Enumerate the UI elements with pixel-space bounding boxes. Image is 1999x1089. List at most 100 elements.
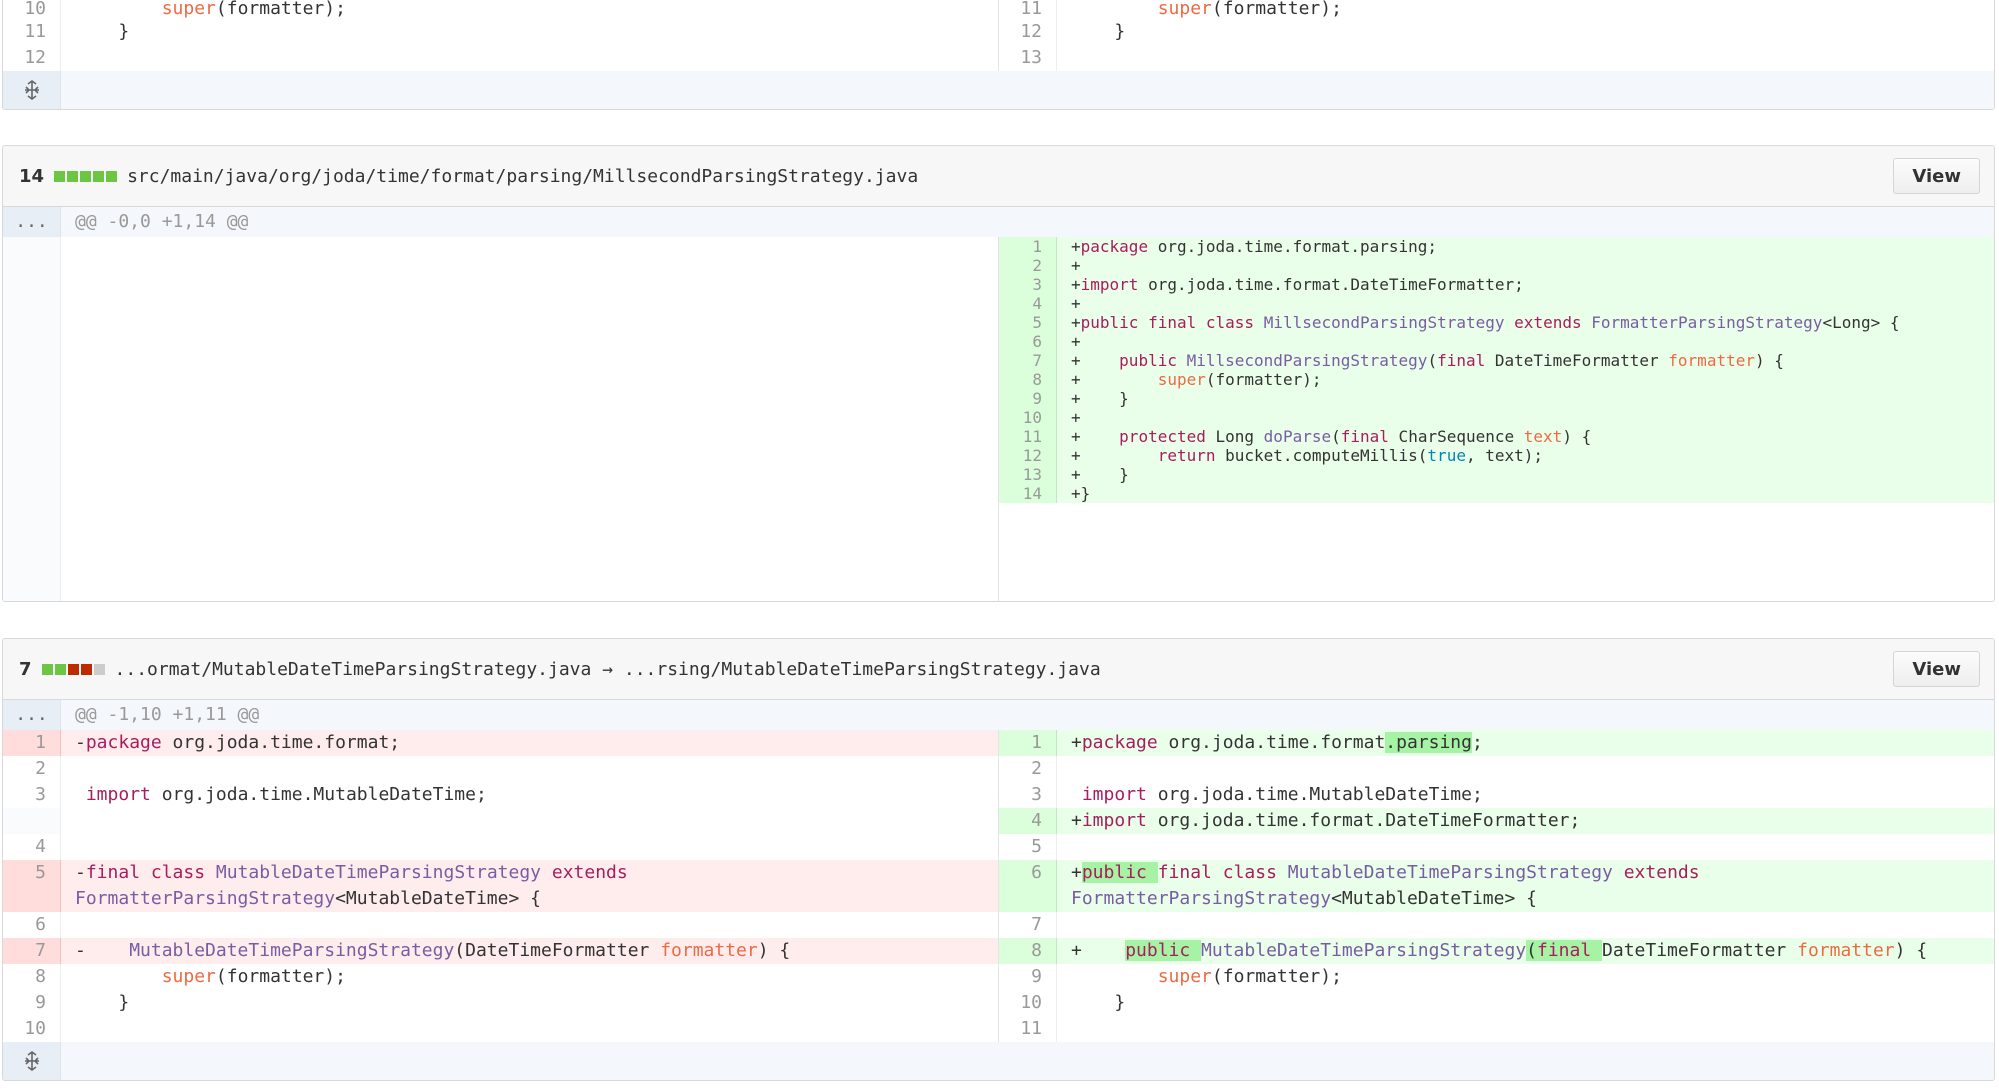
code-line: +import org.joda.time.format.DateTimeFor… (1071, 275, 1524, 294)
hunk-header-text: @@ -0,0 +1,14 @@ (75, 211, 249, 232)
line-number: 10 (999, 990, 1057, 1016)
code-line: super(formatter); (161, 0, 346, 19)
line-number: 4 (3, 834, 61, 860)
code-line: +public final class MillsecondParsingStr… (1071, 313, 1900, 332)
line-number: 12 (3, 45, 61, 71)
hunk-header: ... @@ -0,0 +1,14 @@ (3, 207, 1994, 237)
diffstat-count: 14 (19, 165, 45, 187)
code-line: +public final class MutableDateTimeParsi… (1071, 862, 1700, 909)
file-header: 14 src/main/java/org/joda/time/format/pa… (3, 146, 1994, 207)
code-line: + protected Long doParse(final CharSeque… (1071, 427, 1592, 446)
line-number: 2 (999, 256, 1057, 275)
code-line: +} (1071, 484, 1091, 503)
code-line: } (1071, 21, 1126, 42)
line-number: 4 (999, 808, 1057, 834)
line-number: 7 (999, 912, 1057, 938)
line-number: 10 (3, 1016, 61, 1042)
code-line: + super(formatter); (1071, 370, 1322, 389)
expand-bar (61, 1042, 1994, 1080)
diff-file-millsecond: 14 src/main/java/org/joda/time/format/pa… (2, 145, 1995, 602)
code-line: import org.joda.time.MutableDateTime; (1081, 784, 1483, 805)
expand-button[interactable] (3, 1042, 61, 1080)
unfold-icon (24, 1051, 39, 1071)
line-number: 9 (999, 964, 1057, 990)
hunk-header: ... @@ -1,10 +1,11 @@ (3, 700, 1994, 730)
line-number: 7 (999, 351, 1057, 370)
line-number: 6 (999, 332, 1057, 351)
line-number: 11 (999, 0, 1057, 19)
line-number: 13 (999, 465, 1057, 484)
code-line: super(formatter); (1157, 966, 1342, 987)
unfold-icon (24, 80, 39, 100)
code-line: + } (1071, 465, 1129, 484)
line-number: 12 (999, 19, 1057, 45)
line-number: 11 (999, 1016, 1057, 1042)
view-file-button[interactable]: View (1893, 158, 1980, 194)
line-number: 5 (999, 313, 1057, 332)
code-line: +package org.joda.time.format.parsing; (1071, 237, 1438, 256)
line-number: 12 (999, 446, 1057, 465)
code-line: + (1071, 408, 1081, 427)
line-number: 10 (3, 0, 61, 19)
expand-hunk-button[interactable]: ... (3, 207, 61, 237)
hunk-header-text: @@ -1,10 +1,11 @@ (75, 704, 260, 725)
code-line: } (1071, 992, 1126, 1013)
code-line: super(formatter); (1157, 0, 1342, 19)
diffstat-blocks (41, 663, 105, 675)
diffstat-count: 7 (19, 658, 32, 680)
line-number: 7 (3, 938, 61, 964)
line-number: 6 (3, 912, 61, 938)
code-line: import org.joda.time.MutableDateTime; (85, 784, 487, 805)
line-number: 1 (999, 730, 1057, 756)
line-number: 13 (999, 45, 1057, 71)
line-number: 5 (3, 860, 61, 912)
view-file-button[interactable]: View (1893, 651, 1980, 687)
code-line: + (1071, 256, 1081, 275)
line-number: 4 (999, 294, 1057, 313)
code-line: + } (1071, 389, 1129, 408)
left-empty-pane (3, 237, 998, 601)
line-number: 11 (999, 427, 1057, 446)
line-number: 8 (999, 370, 1057, 389)
diff-fragment-top: 10 super(formatter); 11 super(formatter)… (2, 0, 1995, 110)
code-line: +package org.joda.time.format.parsing; (1071, 732, 1483, 753)
expand-button[interactable] (3, 71, 61, 109)
code-line: + public MutableDateTimeParsingStrategy(… (1071, 940, 1928, 961)
line-number: 3 (999, 782, 1057, 808)
code-line: } (75, 992, 130, 1013)
line-number: 1 (999, 237, 1057, 256)
line-number: 3 (999, 275, 1057, 294)
line-number: 8 (999, 938, 1057, 964)
code-line: + (1071, 294, 1081, 313)
line-number: 8 (3, 964, 61, 990)
line-number: 9 (999, 389, 1057, 408)
line-number: 5 (999, 834, 1057, 860)
diffstat-blocks (54, 170, 118, 182)
right-pane: 1 +package org.joda.time.format.parsing; … (998, 237, 1994, 601)
line-number: 14 (999, 484, 1057, 503)
file-path[interactable]: src/main/java/org/joda/time/format/parsi… (127, 166, 918, 187)
code-line: + (1071, 332, 1081, 351)
expand-bar (61, 71, 1994, 109)
code-line: + public MillsecondParsingStrategy(final… (1071, 351, 1784, 370)
line-number: 2 (999, 756, 1057, 782)
line-number: 9 (3, 990, 61, 1016)
code-line: -final class MutableDateTimeParsingStrat… (75, 862, 628, 909)
line-number: 11 (3, 19, 61, 45)
line-number: 6 (999, 860, 1057, 912)
code-line: -package org.joda.time.format; (75, 732, 401, 753)
expand-hunk-button[interactable]: ... (3, 700, 61, 730)
code-line: + return bucket.computeMillis(true, text… (1071, 446, 1544, 465)
file-path[interactable]: ...ormat/MutableDateTimeParsingStrategy.… (115, 659, 1101, 680)
code-line: } (75, 21, 130, 42)
line-number: 1 (3, 730, 61, 756)
